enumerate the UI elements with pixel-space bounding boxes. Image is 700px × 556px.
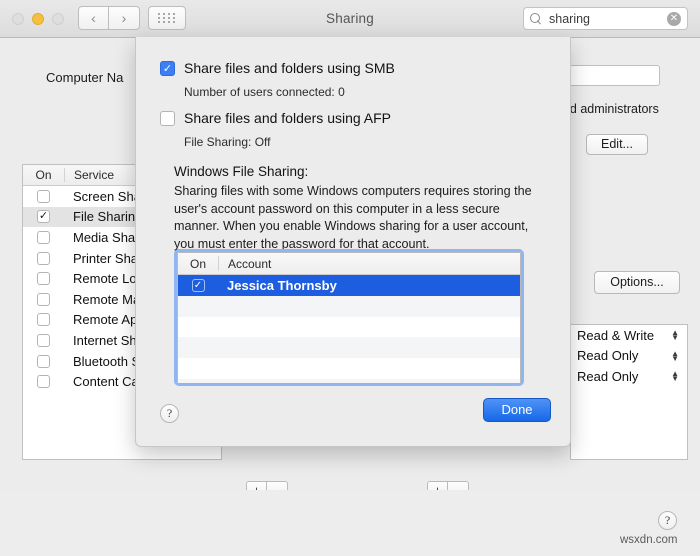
permissions-table: Read & Write ▲ ▼ Read Only ▲ ▼ Read Only ▲ ▼ (570, 324, 688, 460)
account-table-inner: On Account ✓ Jessica Thornsby (177, 252, 521, 383)
account-row-empty[interactable] (178, 317, 520, 338)
permission-row[interactable]: Read & Write ▲ ▼ (571, 325, 687, 346)
account-row-empty[interactable] (178, 337, 520, 359)
service-name-label: Screen Sha (73, 188, 141, 204)
add-permission-button[interactable]: + (427, 481, 448, 490)
permission-stepper-icon[interactable]: ▲ ▼ (671, 370, 679, 383)
service-name-label: Internet Sh (73, 332, 137, 348)
service-name-label: Remote Log (73, 271, 144, 287)
checkbox-unchecked-icon[interactable] (37, 230, 50, 244)
windows-file-sharing-title: Windows File Sharing: (174, 164, 309, 179)
permission-stepper-icon[interactable]: ▲ ▼ (671, 329, 679, 342)
service-checkbox-cell[interactable] (23, 354, 64, 368)
service-checkbox-cell[interactable] (23, 333, 64, 347)
afp-status-text: File Sharing: Off (184, 135, 271, 149)
search-value: sharing (549, 11, 590, 26)
service-checkbox-cell[interactable] (23, 251, 64, 265)
remove-user-button[interactable]: − (267, 481, 288, 490)
service-col-service: Service (74, 168, 115, 182)
service-name-label: File Sharing (73, 209, 143, 225)
permissions-add-remove-group: + − (427, 481, 469, 490)
account-row-empty[interactable] (178, 358, 520, 379)
users-add-remove-group: + − (246, 481, 288, 490)
account-row[interactable]: ✓ Jessica Thornsby (178, 275, 520, 296)
service-checkbox-cell[interactable] (23, 292, 64, 306)
windows-file-sharing-description: Sharing files with some Windows computer… (174, 184, 532, 251)
edit-button[interactable]: Edit... (586, 134, 648, 155)
account-col-account: Account (228, 256, 272, 271)
account-row-empty[interactable] (178, 295, 520, 317)
account-name-label: Jessica Thornsby (227, 277, 337, 293)
service-checkbox-cell[interactable] (23, 230, 64, 244)
screen: ‹ › Sharing sharing ✕ Computer Na Edit..… (0, 0, 700, 556)
clear-search-icon[interactable]: ✕ (667, 11, 681, 26)
checkbox-unchecked-icon[interactable] (37, 189, 50, 203)
search-input[interactable]: sharing ✕ (523, 7, 688, 30)
checkbox-checked-icon[interactable]: ✓ (160, 61, 175, 76)
afp-checkbox-row[interactable]: Share files and folders using AFP (160, 111, 391, 126)
permission-label: Read & Write (577, 327, 655, 343)
checkbox-unchecked-icon[interactable] (37, 313, 50, 327)
account-table[interactable]: On Account ✓ Jessica Thornsby (174, 249, 524, 386)
afp-checkbox-label: Share files and folders using AFP (184, 110, 392, 126)
service-checkbox-cell[interactable] (23, 189, 64, 203)
permissions-table-body: Read & Write ▲ ▼ Read Only ▲ ▼ Read Only ▲ ▼ (571, 325, 687, 387)
account-checkbox-cell[interactable]: ✓ (178, 278, 218, 292)
smb-status-text: Number of users connected: 0 (184, 85, 345, 99)
sheet-help-button[interactable]: ? (160, 404, 179, 423)
checkbox-unchecked-icon[interactable] (37, 375, 50, 389)
done-button[interactable]: Done (483, 398, 551, 422)
permission-row[interactable]: Read Only ▲ ▼ (571, 366, 687, 387)
account-table-header: On Account (178, 253, 520, 275)
service-name-label: Printer Sha (73, 250, 139, 266)
service-name-label: Content Ca (73, 374, 139, 390)
service-checkbox-cell[interactable]: ✓ (23, 210, 64, 224)
account-col-on: On (189, 256, 206, 271)
search-icon (530, 12, 542, 25)
service-checkbox-cell[interactable] (23, 313, 64, 327)
computer-name-label: Computer Na (46, 70, 124, 85)
service-col-on: On (35, 168, 52, 182)
permission-stepper-icon[interactable]: ▲ ▼ (671, 349, 679, 362)
add-user-button[interactable]: + (246, 481, 267, 490)
service-name-label: Media Shar (73, 229, 140, 245)
service-name-label: Remote Ap (73, 312, 138, 328)
checkbox-unchecked-icon[interactable] (37, 272, 50, 286)
checkbox-unchecked-icon[interactable] (37, 354, 50, 368)
account-table-body: ✓ Jessica Thornsby (178, 275, 520, 383)
smb-checkbox-label: Share files and folders using SMB (184, 60, 395, 76)
service-name-label: Bluetooth S (73, 353, 141, 369)
permission-row[interactable]: Read Only ▲ ▼ (571, 346, 687, 367)
permission-label: Read Only (577, 348, 639, 364)
remove-permission-button[interactable]: − (448, 481, 469, 490)
service-checkbox-cell[interactable] (23, 272, 64, 286)
options-button[interactable]: Options... (594, 271, 680, 294)
service-name-label: Remote Ma (73, 291, 141, 307)
window-help-button[interactable]: ? (658, 511, 677, 530)
window-titlebar: ‹ › Sharing sharing ✕ (0, 0, 700, 38)
checkbox-checked-icon[interactable]: ✓ (37, 210, 50, 224)
admins-helper-text: and administrators (556, 102, 659, 116)
checkbox-unchecked-icon[interactable] (160, 111, 175, 126)
account-row-empty[interactable] (178, 378, 520, 383)
checkbox-unchecked-icon[interactable] (37, 251, 50, 265)
service-checkbox-cell[interactable] (23, 375, 64, 389)
smb-checkbox-row[interactable]: ✓ Share files and folders using SMB (160, 61, 395, 76)
watermark-text: wsxdn.com (620, 534, 678, 546)
checkbox-unchecked-icon[interactable] (37, 333, 50, 347)
permission-label: Read Only (577, 368, 639, 384)
checkbox-checked-icon[interactable]: ✓ (191, 278, 205, 292)
checkbox-unchecked-icon[interactable] (37, 292, 50, 306)
file-sharing-options-sheet: ✓ Share files and folders using SMB Numb… (135, 37, 571, 447)
